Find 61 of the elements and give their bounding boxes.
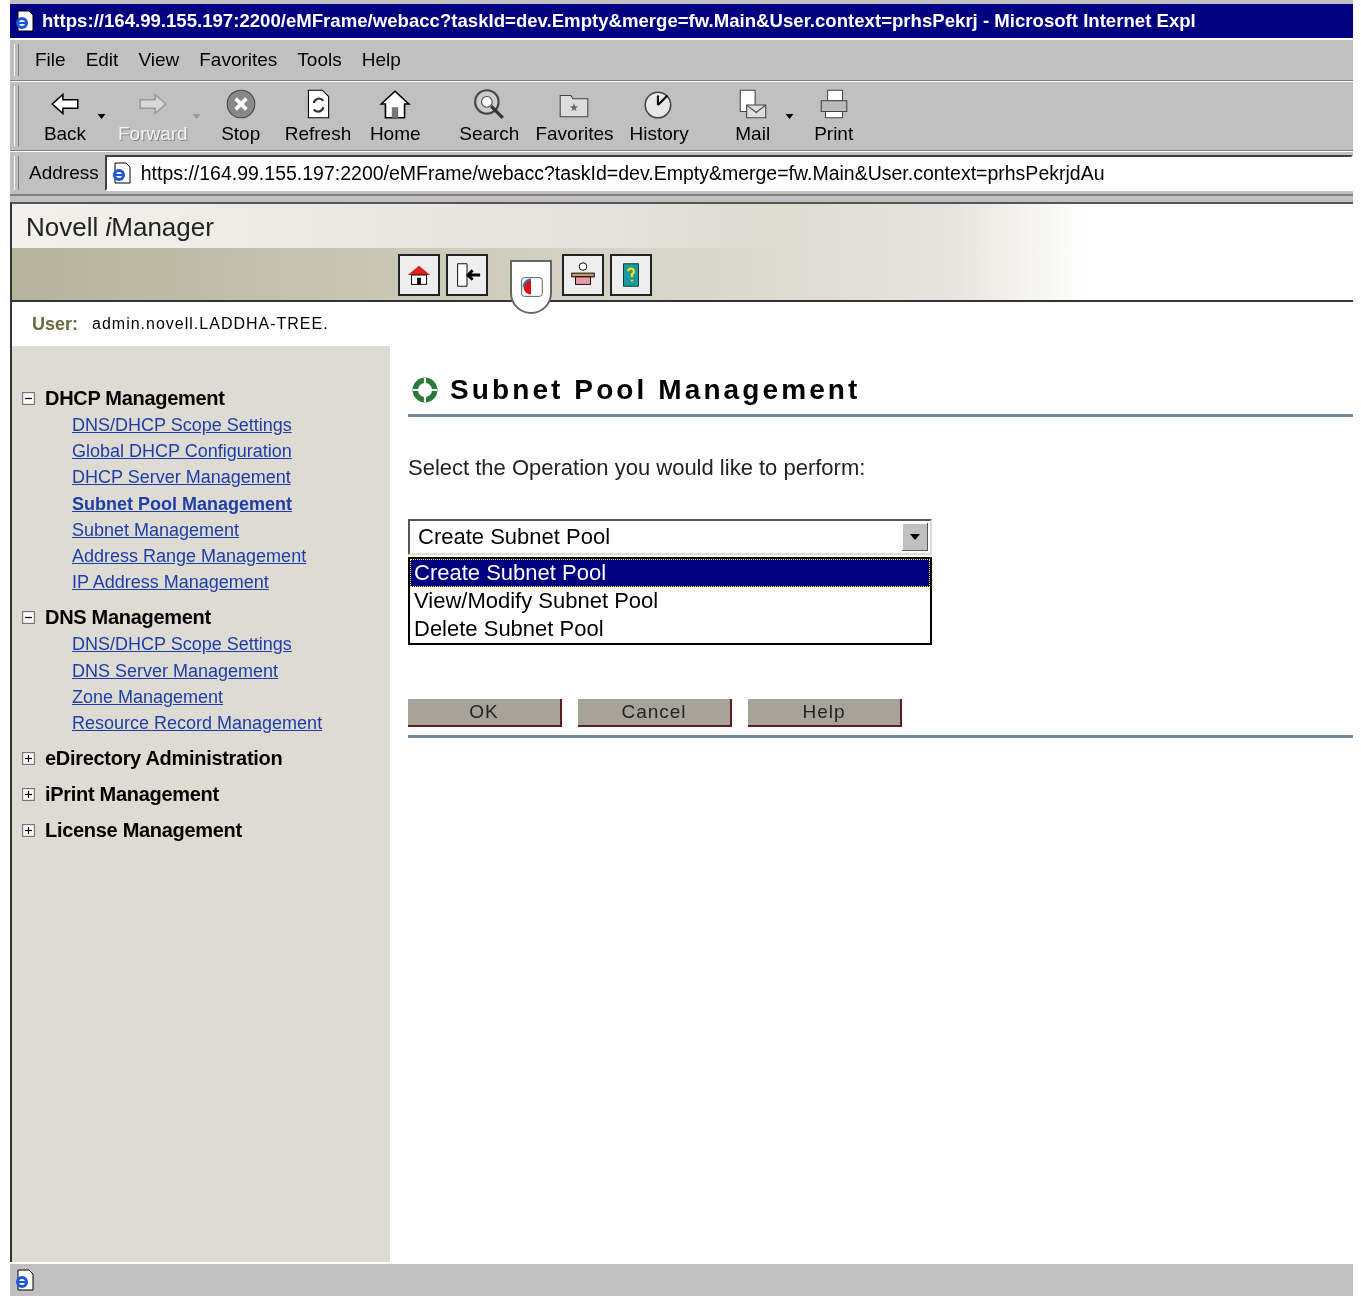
form-button[interactable]: Help bbox=[748, 699, 902, 727]
user-name: admin.novell.LADDHA-TREE. bbox=[92, 315, 329, 333]
favorites-button[interactable]: Favorites bbox=[527, 87, 622, 145]
sidebar-heading[interactable]: DHCP Management bbox=[45, 386, 225, 410]
operation-select[interactable]: Create Subnet Pool bbox=[408, 519, 932, 555]
ring-icon bbox=[412, 377, 438, 403]
menu-item[interactable]: Edit bbox=[79, 49, 131, 71]
sidebar-link[interactable]: DNS/DHCP Scope Settings bbox=[72, 412, 390, 439]
address-label: Address bbox=[29, 162, 99, 184]
expand-icon[interactable] bbox=[22, 823, 35, 837]
desk-tab[interactable] bbox=[562, 254, 604, 296]
sidebar-link[interactable]: Address Range Management bbox=[72, 543, 390, 570]
sidebar-heading[interactable]: eDirectory Administration bbox=[45, 746, 283, 770]
stop-button[interactable]: Stop bbox=[204, 87, 277, 145]
dropdown-option[interactable]: Delete Subnet Pool bbox=[410, 615, 930, 643]
caret-icon[interactable] bbox=[97, 113, 106, 119]
dropdown-option[interactable]: Create Subnet Pool bbox=[410, 559, 930, 587]
expand-icon[interactable] bbox=[22, 751, 35, 765]
sidebar-link[interactable]: DNS/DHCP Scope Settings bbox=[72, 631, 390, 658]
dropdown-arrow-icon[interactable] bbox=[902, 523, 928, 551]
home-tab[interactable] bbox=[398, 254, 440, 296]
sidebar-link[interactable]: Global DHCP Configuration bbox=[72, 438, 390, 465]
refresh-button[interactable]: Refresh bbox=[276, 87, 360, 145]
user-label: User: bbox=[32, 313, 79, 335]
sidebar-link[interactable]: Subnet Management bbox=[72, 516, 390, 543]
search-icon bbox=[472, 87, 507, 121]
form-button[interactable]: Cancel bbox=[578, 699, 732, 727]
exit-tab[interactable] bbox=[446, 254, 488, 296]
menu-item[interactable]: View bbox=[132, 49, 192, 71]
app-title: Novell iManager bbox=[26, 212, 214, 243]
menu-item[interactable]: Help bbox=[355, 49, 413, 71]
address-field[interactable]: https://164.99.155.197:2200/eMFrame/webacc?taskId=dev.Empty&merge=fw.Main&User.context=prhsPekrjdAu bbox=[104, 155, 1353, 191]
sidebar-heading[interactable]: License Management bbox=[45, 818, 242, 842]
sidebar-heading[interactable]: iPrint Management bbox=[45, 782, 219, 806]
sidebar-heading[interactable]: DNS Management bbox=[45, 605, 211, 629]
sidebar-link[interactable]: DHCP Server Management bbox=[72, 464, 390, 491]
history-button[interactable]: History bbox=[621, 87, 697, 145]
sidebar-link[interactable]: Resource Record Management bbox=[72, 710, 390, 737]
window-title: https://164.99.155.197:2200/eMFrame/webacc?taskId=dev.Empty&merge=fw.Main&User.context=prhsPekrj - Microsoft Internet Expl bbox=[42, 10, 1196, 32]
caret-icon[interactable] bbox=[784, 113, 794, 119]
dropdown-option[interactable]: View/Modify Subnet Pool bbox=[410, 587, 930, 615]
page-heading: Subnet Pool Management bbox=[450, 374, 861, 406]
menu-item[interactable]: Tools bbox=[291, 49, 354, 71]
print-button[interactable]: Print bbox=[797, 87, 870, 145]
back-button[interactable]: Back bbox=[29, 87, 101, 145]
menu-item[interactable]: Favorites bbox=[193, 49, 290, 71]
help-tab[interactable] bbox=[610, 254, 652, 296]
roles-tab[interactable] bbox=[510, 260, 552, 314]
menu-item[interactable]: File bbox=[29, 49, 78, 71]
prompt-text: Select the Operation you would like to perform: bbox=[408, 455, 867, 481]
sidebar-link[interactable]: Zone Management bbox=[72, 683, 390, 711]
collapse-icon[interactable] bbox=[22, 610, 35, 624]
sidebar-link[interactable]: Subnet Pool Management bbox=[72, 490, 390, 517]
search-button[interactable]: Search bbox=[451, 87, 528, 145]
form-button[interactable]: OK bbox=[408, 699, 562, 727]
sidebar-link[interactable]: DNS Server Management bbox=[72, 657, 390, 684]
mail-button[interactable]: Mail bbox=[716, 87, 789, 145]
collapse-icon[interactable] bbox=[22, 391, 35, 405]
home-button[interactable]: Home bbox=[359, 87, 432, 145]
sidebar-link[interactable]: IP Address Management bbox=[72, 569, 390, 596]
expand-icon[interactable] bbox=[22, 787, 35, 801]
